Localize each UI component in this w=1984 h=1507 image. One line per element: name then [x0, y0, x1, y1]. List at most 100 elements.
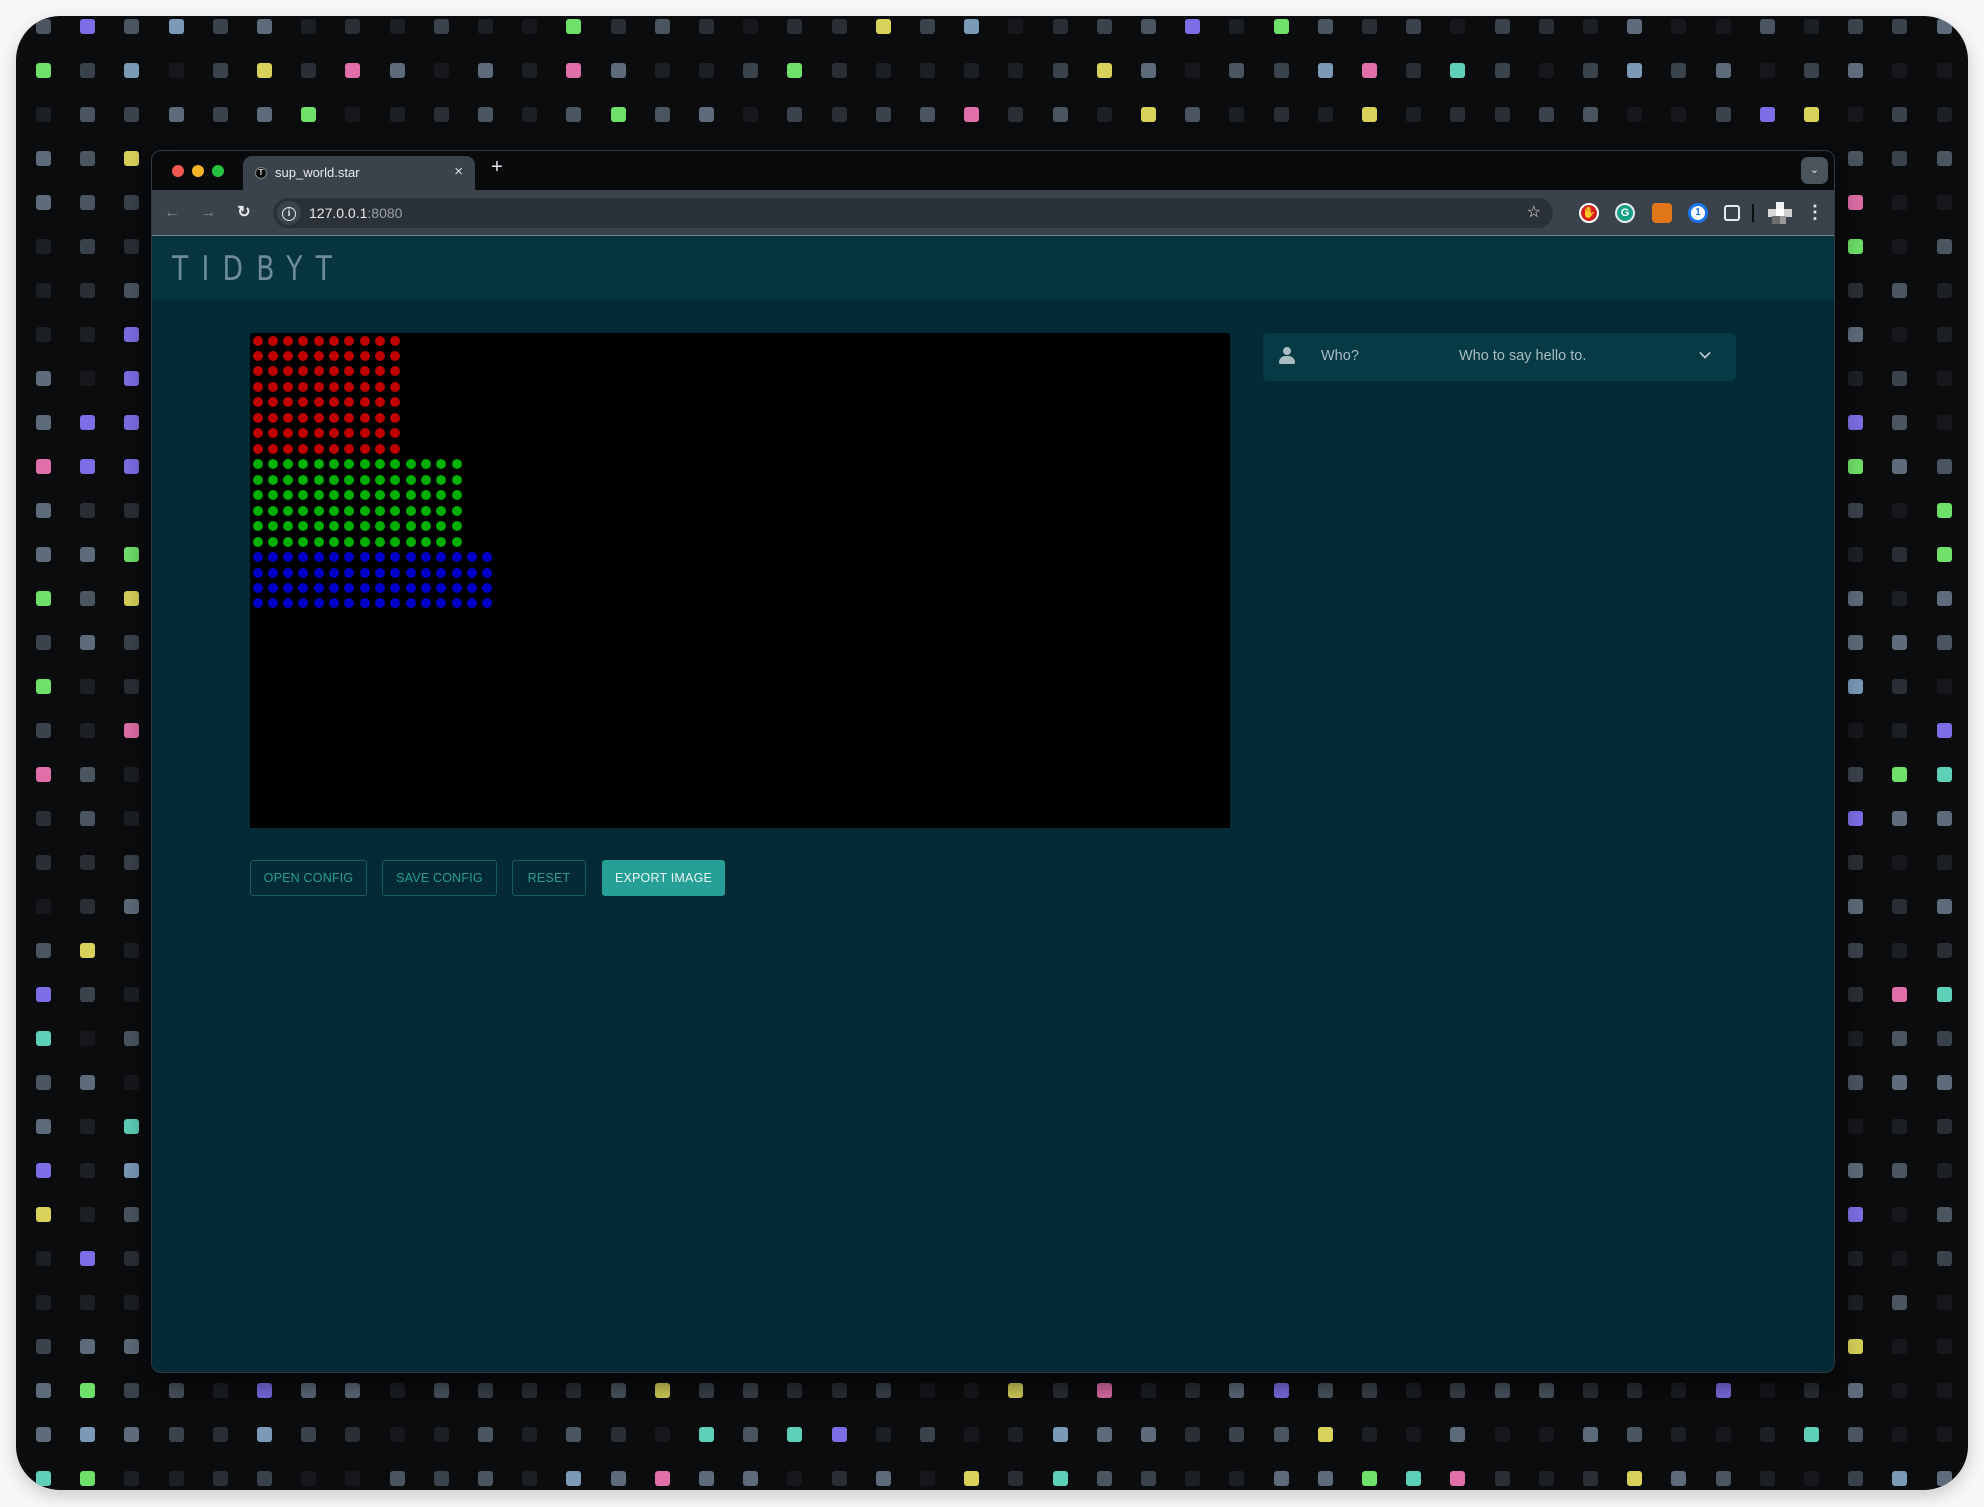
browser-menu-button[interactable]: ⋮: [1806, 201, 1824, 225]
url-port: :8080: [367, 205, 403, 221]
background-dot: [80, 19, 96, 34]
led-pixel: [329, 567, 340, 578]
grammarly-icon[interactable]: G: [1615, 203, 1635, 223]
led-pixel: [405, 552, 416, 563]
background-dot: [1759, 1471, 1775, 1486]
led-pixel: [375, 521, 385, 532]
led-pixel: [405, 521, 416, 532]
reload-button[interactable]: ↻: [232, 201, 256, 225]
config-field-who[interactable]: Who? Who to say hello to.: [1263, 333, 1736, 381]
save-config-button[interactable]: SAVE CONFIG: [382, 860, 497, 896]
background-dot: [566, 1471, 582, 1486]
led-pixel: [267, 381, 278, 392]
background-dot: [1096, 1383, 1112, 1398]
led-pixel: [252, 521, 263, 532]
background-dot: [1892, 723, 1908, 738]
new-tab-button[interactable]: +: [485, 156, 509, 184]
background-dot: [1538, 63, 1554, 78]
background-dot: [1892, 459, 1908, 474]
led-pixel: [344, 443, 355, 454]
metamask-icon[interactable]: [1652, 203, 1672, 223]
field-value-dropdown[interactable]: Who to say hello to.: [1459, 348, 1586, 364]
site-info-button[interactable]: i: [277, 201, 301, 225]
led-pixel: [375, 567, 385, 578]
close-tab-icon[interactable]: ×: [454, 163, 463, 180]
1password-icon[interactable]: 1: [1688, 203, 1708, 223]
led-pixel: [359, 521, 370, 532]
led-pixel: [329, 443, 340, 454]
background-dot: [1936, 855, 1952, 870]
led-pixel: [298, 490, 309, 501]
led-pixel: [298, 567, 309, 578]
bookmark-star-icon[interactable]: ☆: [1527, 202, 1541, 222]
led-pixel: [298, 335, 309, 346]
led-pixel: [313, 521, 324, 532]
background-dot: [566, 107, 582, 122]
led-pixel: [329, 459, 340, 470]
url-text[interactable]: 127.0.0.1:8080: [309, 205, 402, 221]
led-pixel: [298, 521, 309, 532]
background-dot: [80, 943, 96, 958]
led-pixel: [283, 381, 294, 392]
background-dot: [1406, 107, 1422, 122]
led-pixel: [375, 335, 385, 346]
background-dot: [168, 1471, 184, 1486]
background-dot: [36, 283, 51, 298]
background-dot: [1141, 1383, 1156, 1398]
tab-search-button[interactable]: ⌄: [1801, 157, 1828, 184]
background-dot: [257, 19, 272, 34]
background-dot: [345, 1383, 361, 1398]
background-dot: [257, 1427, 272, 1442]
extensions-puzzle-icon[interactable]: [1724, 205, 1740, 221]
background-dot: [124, 1251, 140, 1266]
background-dot: [1892, 283, 1908, 298]
led-pixel: [420, 536, 431, 547]
background-dot: [168, 63, 184, 78]
led-pixel: [359, 335, 370, 346]
export-image-button[interactable]: EXPORT IMAGE: [602, 860, 725, 896]
maximize-window-button[interactable]: [212, 165, 224, 177]
forward-button[interactable]: →: [196, 201, 220, 225]
browser-window: T sup_world.star × + ⌄ ← → ↻ i 127.0.0.1…: [151, 150, 1835, 1373]
led-pixel: [344, 552, 355, 563]
background-dot: [1759, 1427, 1775, 1442]
led-pixel: [375, 350, 385, 361]
background-dot: [124, 943, 140, 958]
arrow-right-icon: →: [200, 204, 216, 221]
chevron-down-icon[interactable]: [1699, 347, 1711, 359]
led-pixel: [359, 412, 370, 423]
led-pixel: [283, 505, 294, 516]
background-dot: [124, 767, 140, 782]
background-dot: [1273, 1427, 1289, 1442]
background-dot: [1538, 1427, 1554, 1442]
background-dot: [831, 107, 847, 122]
profile-avatar[interactable]: [1768, 202, 1792, 224]
browser-tab[interactable]: T sup_world.star ×: [243, 156, 475, 190]
background-dot: [964, 1471, 980, 1486]
close-window-button[interactable]: [172, 165, 184, 177]
background-dot: [610, 19, 626, 34]
background-dot: [124, 63, 140, 78]
background-dot: [1848, 1207, 1864, 1222]
background-dot: [1848, 459, 1864, 474]
tidbyt-logo[interactable]: TIDBYT: [172, 249, 345, 289]
led-pixel: [313, 366, 324, 377]
background-dot: [124, 1471, 140, 1486]
reset-button[interactable]: RESET: [512, 860, 586, 896]
led-pixel: [390, 567, 401, 578]
address-bar[interactable]: i 127.0.0.1:8080 ☆: [273, 198, 1553, 228]
background-dot: [1052, 1471, 1068, 1486]
adblock-icon[interactable]: ✋: [1579, 203, 1599, 223]
background-dot: [1317, 107, 1333, 122]
minimize-window-button[interactable]: [192, 165, 204, 177]
background-dot: [1450, 19, 1466, 34]
open-config-button[interactable]: OPEN CONFIG: [250, 860, 367, 896]
back-button[interactable]: ←: [160, 201, 184, 225]
background-dot: [124, 1339, 140, 1354]
led-pixel: [375, 381, 385, 392]
background-dot: [1892, 1119, 1908, 1134]
background-dot: [80, 767, 96, 782]
background-dot: [1892, 503, 1908, 518]
led-pixel: [313, 583, 324, 593]
background-dot: [389, 1471, 405, 1486]
